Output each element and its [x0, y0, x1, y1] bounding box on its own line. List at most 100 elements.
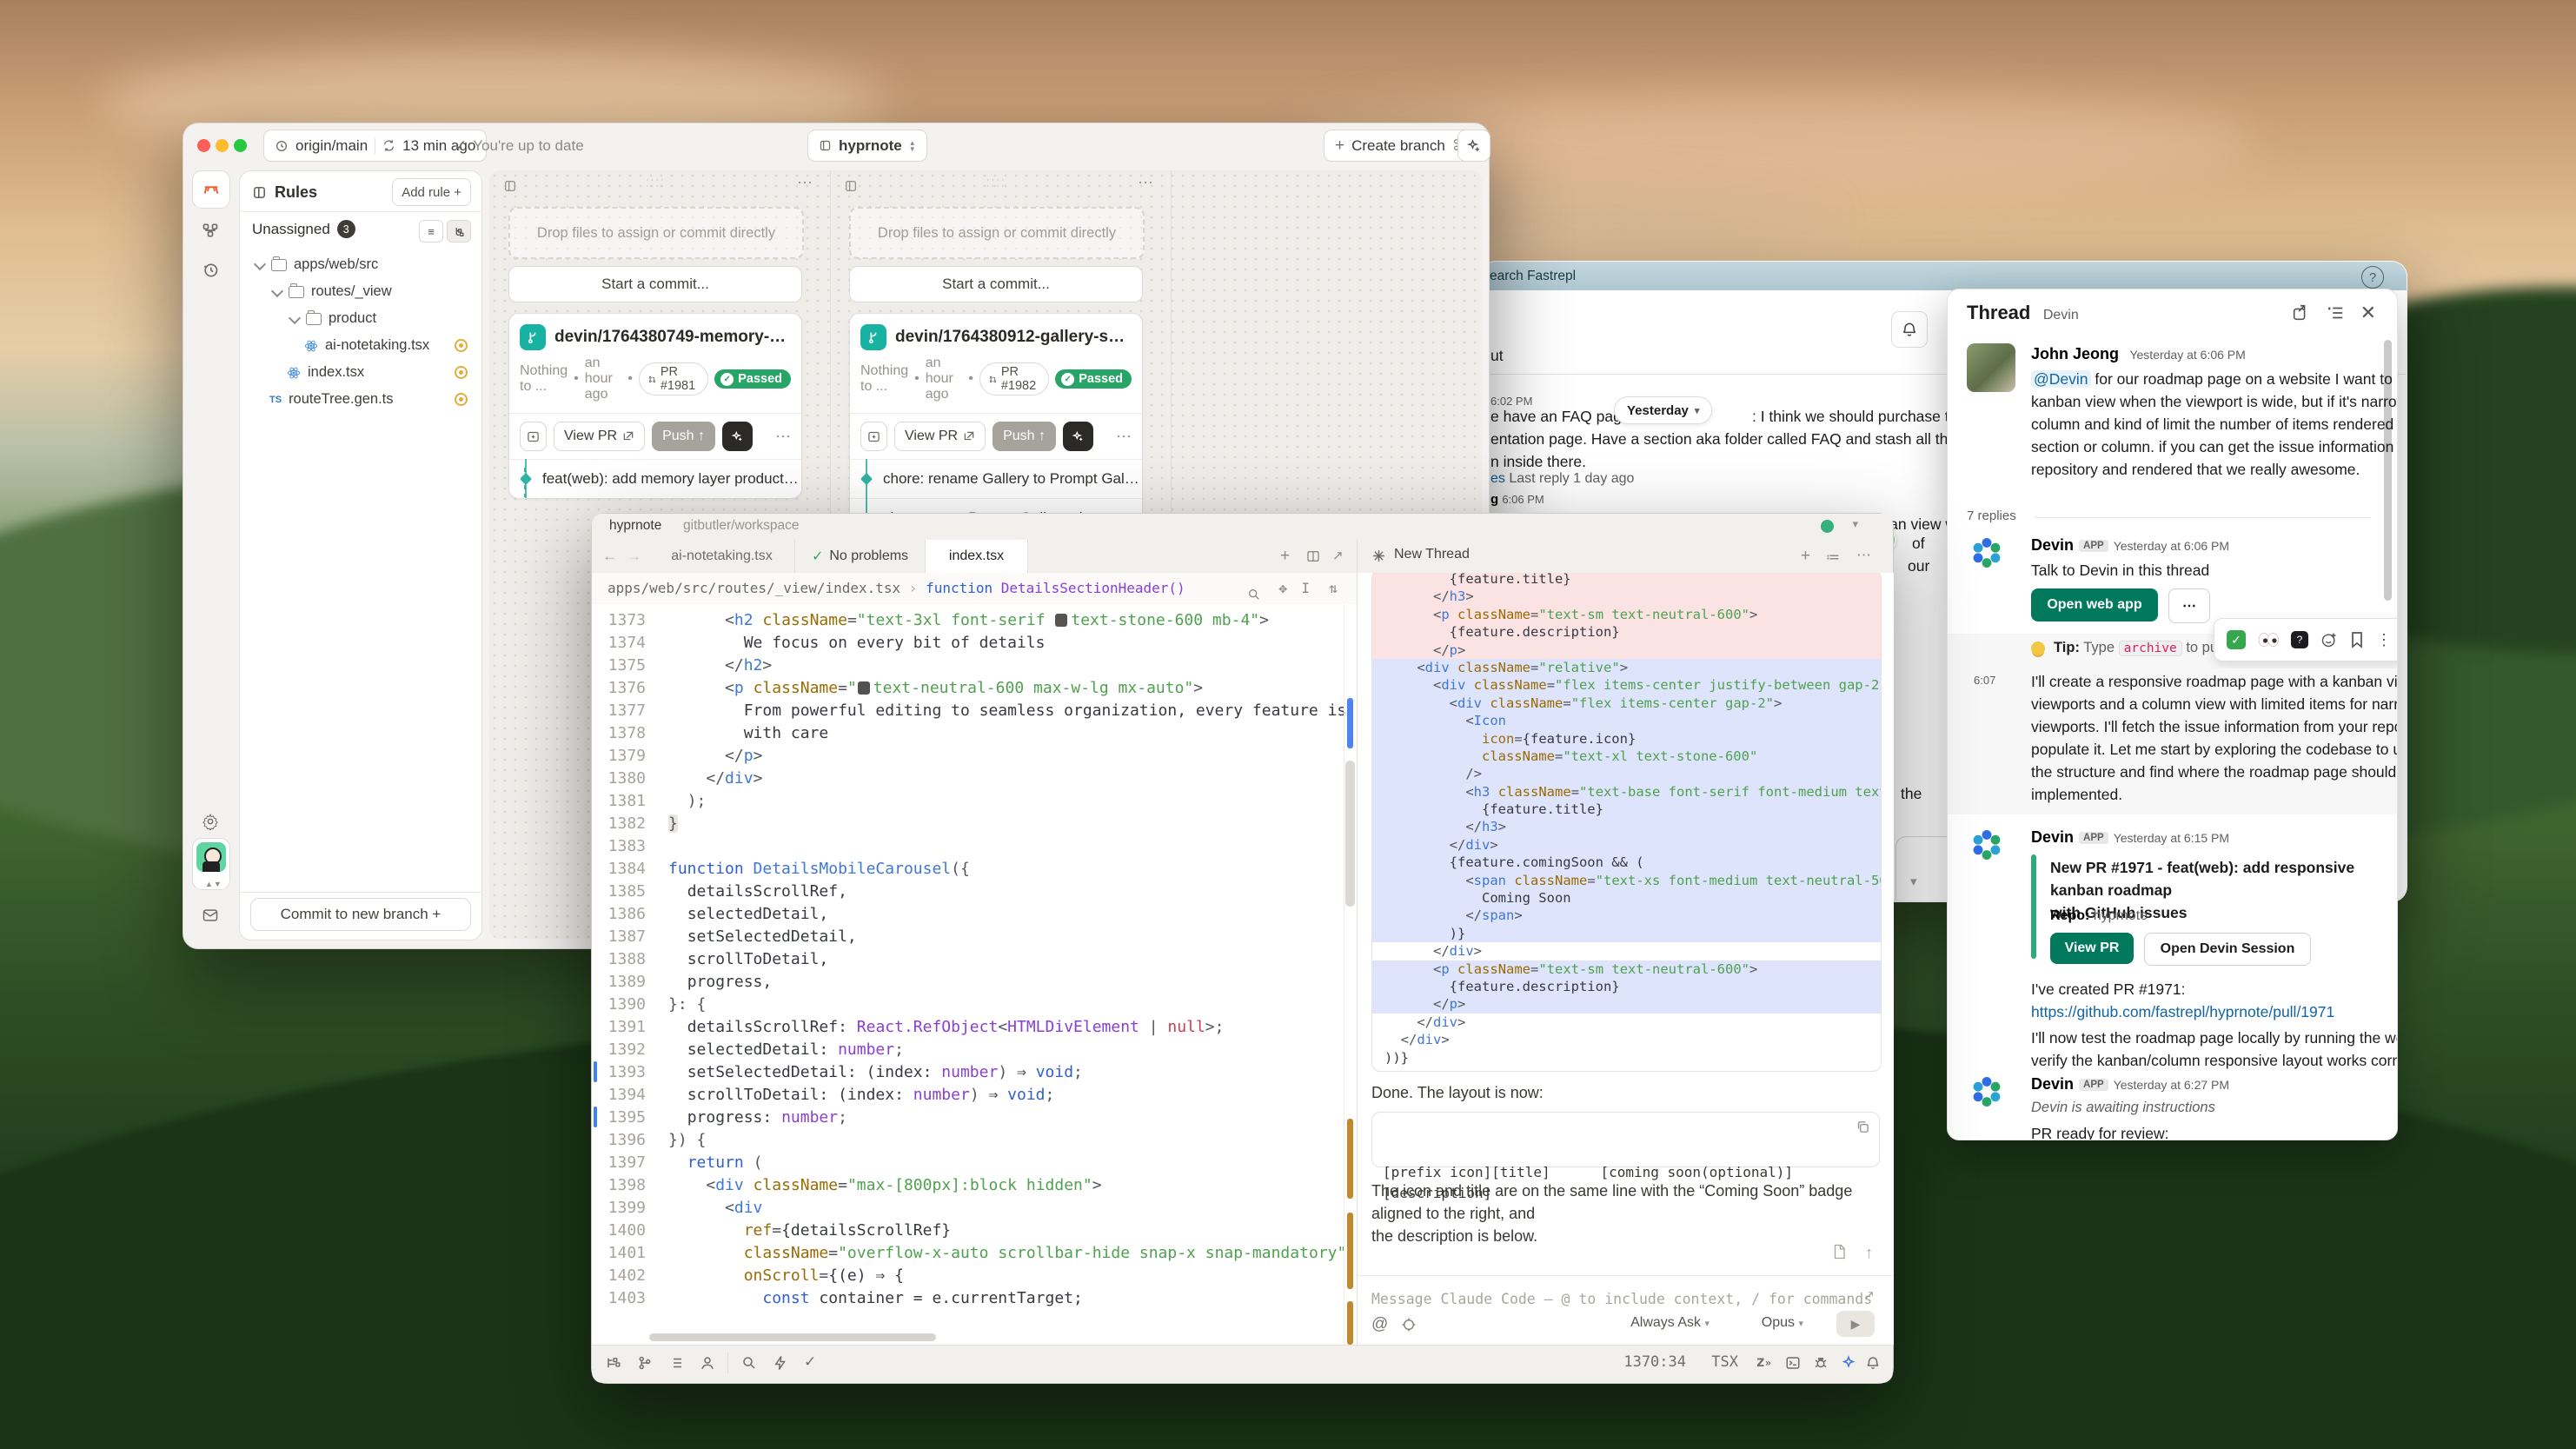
project-selector[interactable]: hyprnote ▲▼	[807, 130, 927, 162]
workspace-branch[interactable]: gitbutler/workspace	[683, 518, 800, 534]
chevron-down-icon[interactable]	[271, 284, 283, 296]
tab-ai-notetaking[interactable]: ai-notetaking.tsx	[649, 540, 795, 573]
branches-tab-icon[interactable]	[192, 212, 229, 249]
notifications-bell-icon[interactable]	[1865, 1355, 1881, 1371]
pr-badge[interactable]: PR #1981	[639, 362, 708, 395]
assign-icon-button[interactable]	[860, 422, 887, 451]
copy-icon[interactable]	[1856, 1120, 1870, 1134]
notifications-bell-icon[interactable]	[1891, 311, 1928, 348]
code-line[interactable]: 1397 return (	[592, 1152, 1343, 1174]
language-mode[interactable]: TSX	[1711, 1353, 1738, 1371]
message-timestamp[interactable]: Yesterday at 6:15 PM	[2114, 831, 2229, 845]
lane-drag-handle[interactable]: ········	[646, 177, 666, 189]
code-line[interactable]: 1400 ref={detailsScrollRef}	[592, 1220, 1343, 1242]
chevron-down-icon[interactable]	[254, 257, 266, 269]
edit-predictions-icon[interactable]	[1841, 1355, 1856, 1371]
code-line[interactable]: 1383	[592, 835, 1343, 858]
push-button[interactable]: Push ↑	[993, 422, 1056, 451]
code-line[interactable]: 1399 <div	[592, 1197, 1343, 1220]
tree-view-toggle[interactable]	[447, 220, 471, 243]
context-target-icon[interactable]	[1401, 1317, 1417, 1333]
send-button[interactable]: ▶	[1836, 1311, 1875, 1337]
thread-replies-link[interactable]: es Last reply 1 day ago	[1490, 471, 1634, 487]
code-line[interactable]: 1377 From powerful editing to seamless o…	[592, 700, 1343, 722]
code-line[interactable]: 1394 scrollToDetail: (index: number) ⇒ v…	[592, 1084, 1343, 1107]
ai-settings-icon[interactable]	[1457, 130, 1490, 162]
code-line[interactable]: 1380 </div>	[592, 768, 1343, 790]
bookmark-icon[interactable]	[2350, 631, 2364, 648]
project-name[interactable]: hyprnote	[609, 518, 661, 534]
ai-actions-button[interactable]	[1063, 422, 1093, 451]
code-line[interactable]: 1381 );	[592, 790, 1343, 813]
expand-icon[interactable]: ↗	[1332, 548, 1344, 563]
author-name[interactable]: John Jeong	[2031, 345, 2119, 362]
tab-index-tsx[interactable]: index.tsx	[926, 540, 1028, 573]
open-web-app-button[interactable]: Open web app	[2031, 588, 2158, 621]
split-pane-icon[interactable]	[1306, 549, 1320, 563]
view-pr-button[interactable]: View PR	[894, 422, 986, 451]
permission-mode-selector[interactable]: Always Ask ▾	[1630, 1315, 1710, 1331]
settings-gear-icon[interactable]	[192, 803, 229, 840]
chevron-down-icon[interactable]: ▾	[1852, 517, 1858, 531]
breadcrumb[interactable]: apps/web/src/routes/_view/index.tsx › fu…	[592, 573, 1357, 605]
agent-history-icon[interactable]: ≔	[1826, 548, 1840, 566]
branch-name[interactable]: devin/1764380912-gallery-shortcuts	[895, 328, 1132, 347]
collab-panel-icon[interactable]	[700, 1355, 715, 1371]
commit-to-new-branch-button[interactable]: Commit to new branch +	[250, 898, 471, 931]
start-commit-button[interactable]: Start a commit...	[849, 266, 1143, 302]
workspace-tab-icon[interactable]	[192, 170, 230, 209]
code-line[interactable]: 1402 onScroll={(e) ⇒ {	[592, 1265, 1343, 1287]
more-icon[interactable]: ⋮	[2376, 631, 2392, 649]
code-line[interactable]: 1373 <h2 className="text-3xl font-serif …	[592, 609, 1343, 632]
pr-link[interactable]: https://github.com/fastrepl/hyprnote/pul…	[2031, 1000, 2334, 1023]
thread-actions-icon[interactable]	[2326, 303, 2345, 322]
date-divider-pill[interactable]: Yesterday▾	[1614, 396, 1712, 424]
agent-new-thread-icon[interactable]: +	[1801, 547, 1810, 566]
message-timestamp[interactable]: Yesterday at 6:06 PM	[2129, 348, 2245, 362]
code-line[interactable]: 1384function DetailsMobileCarousel({	[592, 858, 1343, 881]
code-line[interactable]: 1376 <p className="text-neutral-600 max-…	[592, 677, 1343, 700]
code-line[interactable]: 1386 selectedDetail,	[592, 903, 1343, 926]
slack-search-input[interactable]: earch Fastrepl	[1490, 269, 1576, 284]
history-tab-icon[interactable]	[192, 252, 229, 289]
editor-titlebar[interactable]: hyprnote gitbutler/workspace ▾	[592, 514, 1893, 541]
tree-item-index-tsx[interactable]: index.tsx	[245, 359, 476, 386]
ci-status-badge[interactable]: ✓Passed	[1055, 369, 1132, 389]
close-icon[interactable]: ✕	[2360, 302, 2376, 324]
tree-item-routetree-gen-ts[interactable]: TSrouteTree.gen.ts	[245, 386, 476, 413]
code-editor[interactable]: 1373 <h2 className="text-3xl font-serif …	[592, 604, 1357, 1345]
nav-forward-icon[interactable]: →	[627, 548, 641, 565]
lane-more-icon[interactable]: ⋯	[1138, 174, 1153, 192]
mention[interactable]: @Devin	[2031, 370, 2091, 388]
slack-titlebar[interactable]: earch Fastrepl ?	[1481, 262, 2407, 290]
collab-indicator[interactable]	[1821, 520, 1834, 533]
commit-row[interactable]: chore: rename Gallery to Prompt Gallery …	[850, 459, 1142, 498]
branch-name[interactable]: devin/1764380749-memory-page	[554, 328, 791, 347]
branch-status-button[interactable]: origin/main 13 min ago	[263, 130, 487, 162]
author-name[interactable]: Devin	[2031, 828, 2074, 846]
ai-actions-button[interactable]	[722, 422, 753, 451]
markdown-file-icon[interactable]	[1831, 1244, 1847, 1260]
lane-collapse-icon[interactable]	[844, 179, 858, 193]
start-commit-button[interactable]: Start a commit...	[508, 266, 802, 302]
ci-status-badge[interactable]: ✓Passed	[714, 369, 791, 389]
code-line[interactable]: 1379 </p>	[592, 745, 1343, 768]
code-line[interactable]: 1392 selectedDetail: number;	[592, 1039, 1343, 1061]
tree-item-product[interactable]: product	[245, 305, 476, 332]
more-actions-button[interactable]: ⋯	[2168, 588, 2210, 623]
message-timestamp[interactable]: Yesterday at 6:27 PM	[2114, 1078, 2229, 1092]
tree-item-routes-view[interactable]: routes/_view	[245, 278, 476, 305]
author-name[interactable]: Devin	[2031, 1075, 2074, 1093]
code-line[interactable]: 1393 setSelectedDetail: (index: number) …	[592, 1061, 1343, 1084]
pr-badge[interactable]: PR #1982	[979, 362, 1049, 395]
chevron-down-icon[interactable]: ▾	[1910, 874, 1917, 889]
code-line[interactable]: 1395 progress: number;	[592, 1107, 1343, 1129]
author-name[interactable]: Devin	[2031, 536, 2074, 554]
code-line[interactable]: 1403 const container = e.currentTarget;	[592, 1287, 1343, 1310]
expand-input-icon[interactable]: ↗	[1863, 1287, 1875, 1303]
commit-row[interactable]: feat(web): add memory layer product page	[509, 459, 801, 498]
mention-icon[interactable]: @	[1371, 1315, 1388, 1334]
help-icon[interactable]: ?	[2361, 266, 2384, 289]
horizontal-scrollbar-thumb[interactable]	[649, 1333, 936, 1341]
code-line[interactable]: 1382}	[592, 813, 1343, 835]
